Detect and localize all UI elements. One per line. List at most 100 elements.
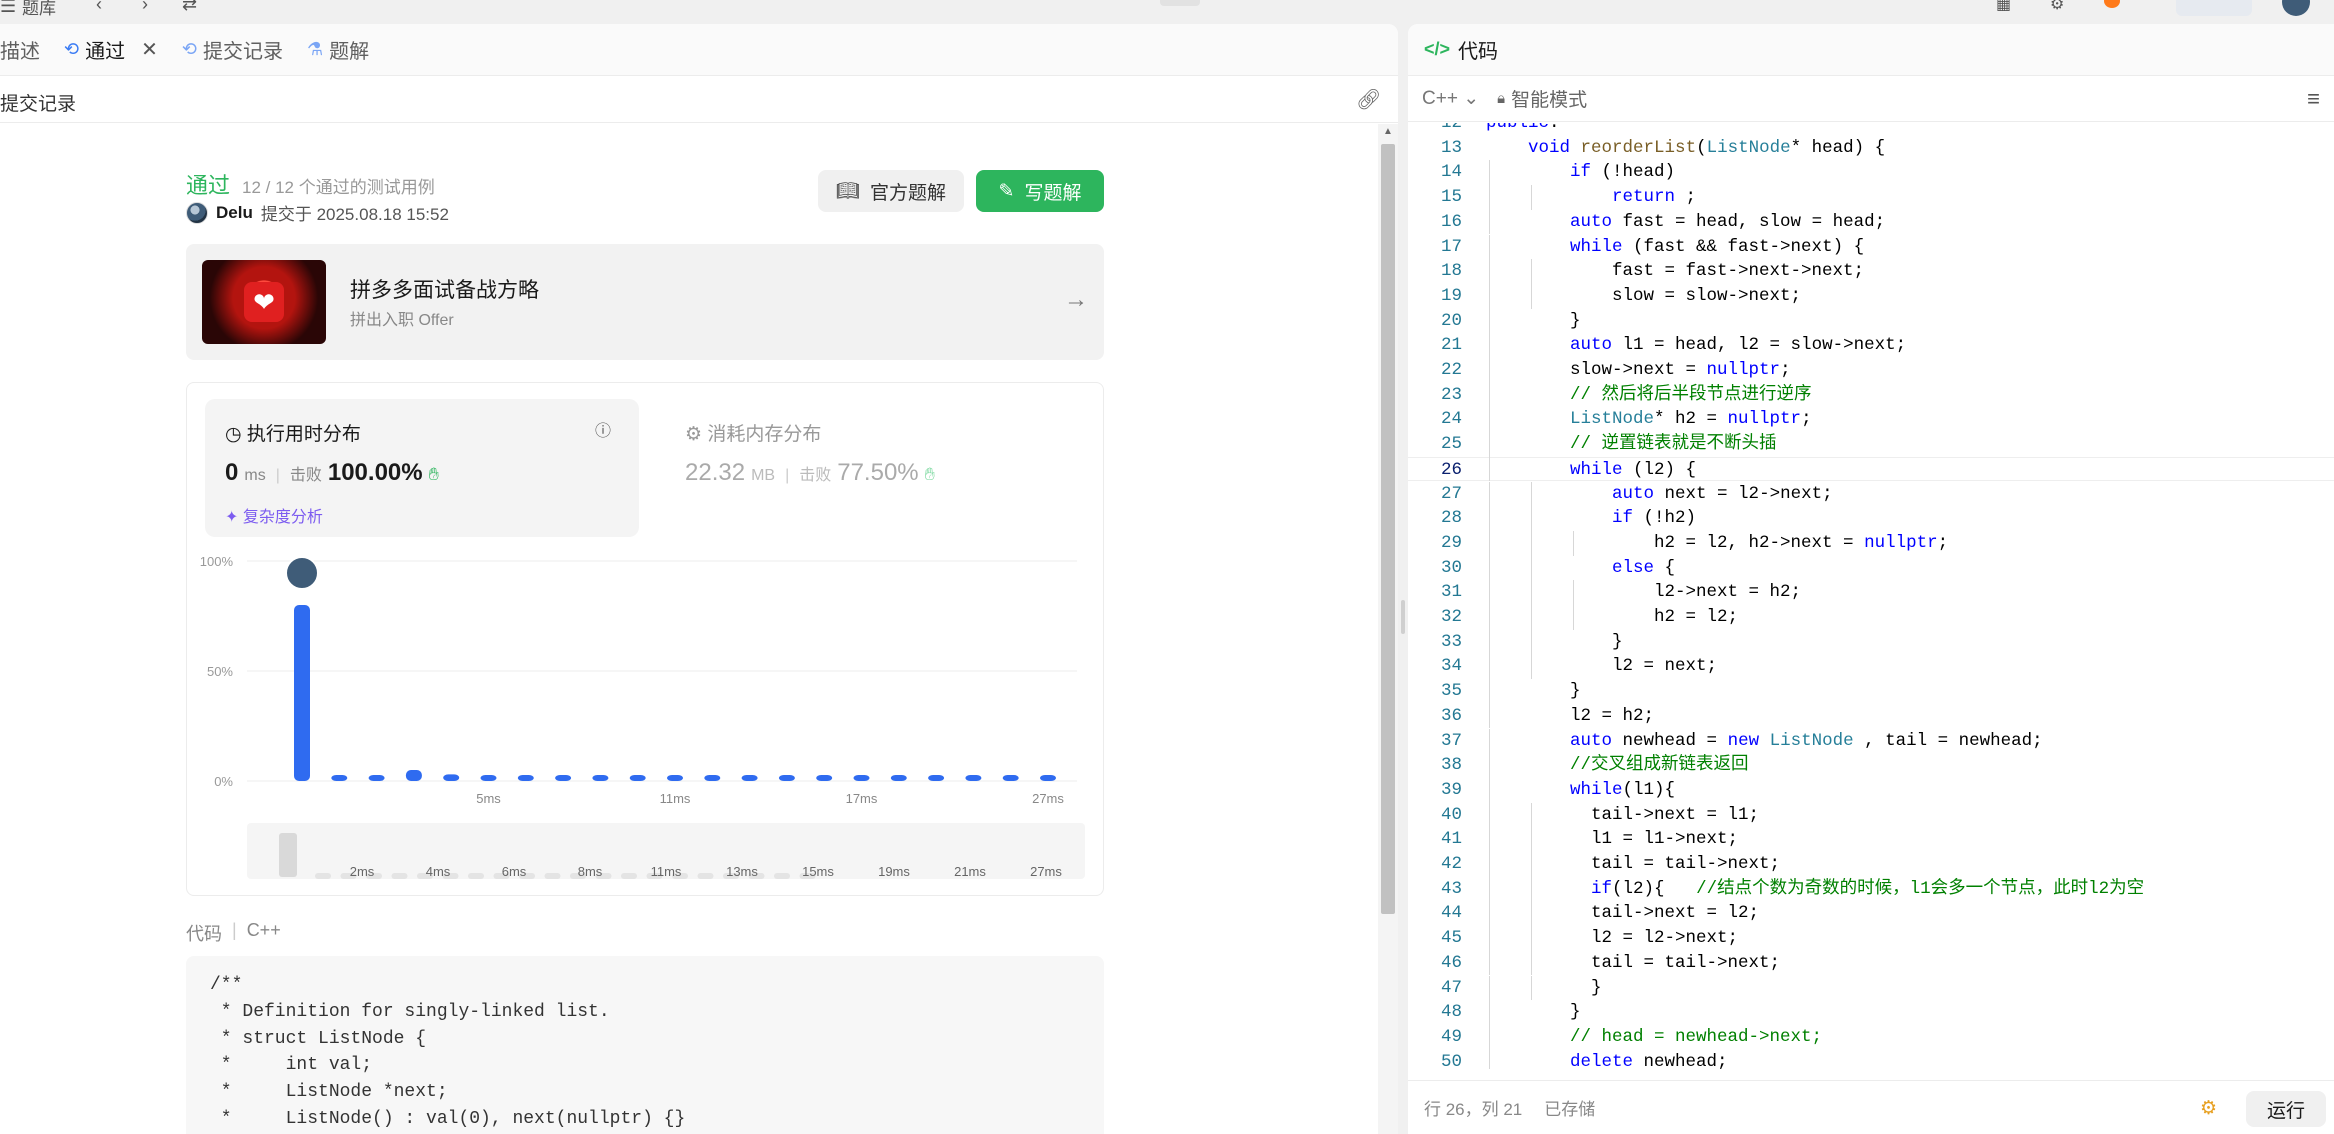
next-problem-icon[interactable]: › [142, 0, 148, 14]
promo-banner[interactable]: ❤ 拼多多面试备战方略 拼出入职 Offer → [186, 244, 1104, 360]
code-line[interactable]: 31 l2->next = h2; [1408, 580, 2334, 605]
tab-submissions[interactable]: ⟲ 提交记录 [182, 35, 283, 64]
y-tick-label: 0% [214, 774, 233, 789]
code-text: fast = fast->next->next; [1486, 261, 1865, 282]
runtime-title: ◷ 执行用时分布 [225, 419, 361, 446]
code-line[interactable]: 39 while(l1){ [1408, 778, 2334, 803]
code-line[interactable]: 26 while (l2) { [1408, 456, 2334, 482]
code-line[interactable]: 19 slow = slow->next; [1408, 284, 2334, 309]
code-line[interactable]: 13 void reorderList(ListNode* head) { [1408, 136, 2334, 161]
panel-resize-handle[interactable] [1401, 600, 1405, 634]
code-line[interactable]: 41 l1 = l1->next; [1408, 827, 2334, 852]
line-number: 14 [1440, 162, 1462, 183]
editor-tab-label[interactable]: 代码 [1458, 35, 1498, 64]
overview-tick-label: 19ms [878, 864, 910, 879]
code-line[interactable]: 44 tail->next = l2; [1408, 901, 2334, 926]
code-line[interactable]: 35 } [1408, 679, 2334, 704]
code-line[interactable]: 45 l2 = l2->next; [1408, 926, 2334, 951]
code-line[interactable]: 33 } [1408, 630, 2334, 655]
complexity-analysis-link[interactable]: ✦ 复杂度分析 [225, 503, 323, 527]
code-line[interactable]: 36 l2 = h2; [1408, 704, 2334, 729]
indent-guide [1489, 234, 1490, 260]
scroll-up-arrow-icon[interactable]: ▲ [1383, 126, 1393, 137]
histogram-bar [928, 775, 945, 781]
settings-icon[interactable]: ⚙ [2050, 0, 2064, 13]
layout-icon[interactable]: ▦ [1996, 0, 2011, 13]
code-line[interactable]: 29 h2 = l2, h2->next = nullptr; [1408, 531, 2334, 556]
x-tick-label: 17ms [846, 791, 878, 806]
code-line[interactable]: 32 h2 = l2; [1408, 605, 2334, 630]
code-line[interactable]: 46 tail = tail->next; [1408, 951, 2334, 976]
app-label[interactable]: 题库 [22, 0, 56, 18]
code-line[interactable]: 48 } [1408, 1000, 2334, 1025]
user-avatar[interactable] [2282, 0, 2310, 16]
smart-mode-toggle[interactable]: 智能模式 [1511, 85, 1587, 112]
breadcrumb[interactable]: 提交记录 [0, 89, 76, 116]
prev-problem-icon[interactable]: ‹ [96, 0, 102, 14]
author-name[interactable]: Delu [216, 203, 253, 223]
tab-solutions[interactable]: ⚗ 题解 [307, 35, 369, 64]
code-line[interactable]: 20 } [1408, 309, 2334, 334]
run-button[interactable]: 运行 [2246, 1091, 2326, 1127]
streak-icon[interactable] [2104, 0, 2120, 8]
line-number: 13 [1440, 137, 1462, 158]
code-line[interactable]: 23 // 然后将后半段节点进行逆序 [1408, 383, 2334, 408]
runtime-number: 0 [225, 459, 239, 486]
menu-icon[interactable]: ☰ [0, 0, 16, 16]
write-solution-button[interactable]: ✎ 写题解 [976, 170, 1104, 212]
code-line[interactable]: 47 } [1408, 976, 2334, 1001]
submitted-code-block[interactable]: /** * Definition for singly-linked list.… [186, 956, 1104, 1134]
scrollbar-thumb[interactable] [1381, 144, 1395, 914]
code-text: while(l1){ [1570, 779, 1676, 800]
code-line[interactable]: 27 auto next = l2->next; [1408, 482, 2334, 507]
divider: | [275, 467, 280, 484]
code-line[interactable]: 42 tail = tail->next; [1408, 852, 2334, 877]
code-line[interactable]: 16 auto fast = head, slow = head; [1408, 210, 2334, 235]
code-line[interactable]: 14 if (!head) [1408, 160, 2334, 185]
code-line[interactable]: 49 // head = newhead->next; [1408, 1025, 2334, 1050]
code-text: tail->next = l2; [1486, 903, 1760, 924]
code-line[interactable]: 50 delete newhead; [1408, 1050, 2334, 1069]
runtime-card[interactable]: ◷ 执行用时分布 ⓘ 0 ms | 击败 100.00% ✋︎ ✦ 复杂度分析 [205, 399, 639, 537]
overview-tick-label: 6ms [502, 864, 527, 879]
notes-toggle[interactable] [2176, 0, 2252, 16]
code-line[interactable]: 34 l2 = next; [1408, 654, 2334, 679]
code-line[interactable]: 28 if (!h2) [1408, 506, 2334, 531]
link-icon[interactable]: 🔗︎ [1356, 87, 1381, 112]
code-line[interactable]: 30 else { [1408, 556, 2334, 581]
official-solution-button[interactable]: 📖︎ 官方题解 [818, 170, 964, 212]
code-line[interactable]: 38 //交叉组成新链表返回 [1408, 753, 2334, 778]
code-text: ListNode* h2 = nullptr; [1570, 409, 1812, 430]
code-line[interactable]: 37 auto newhead = new ListNode , tail = … [1408, 729, 2334, 754]
promo-title: 拼多多面试备战方略 [350, 279, 539, 302]
code-line[interactable]: 18 fast = fast->next->next; [1408, 259, 2334, 284]
code-line[interactable]: 21 auto l1 = head, l2 = slow->next; [1408, 333, 2334, 358]
code-line[interactable]: 24 ListNode* h2 = nullptr; [1408, 407, 2334, 432]
code-line[interactable]: 12 public: [1408, 123, 2334, 136]
hamburger-menu-icon[interactable]: ≡ [2307, 86, 2320, 112]
indent-guide [1489, 654, 1490, 680]
left-scrollbar[interactable]: ▲ [1378, 124, 1398, 1134]
overview-tick-label: 4ms [426, 864, 451, 879]
close-icon[interactable]: ✕ [141, 37, 158, 62]
code-editor[interactable]: 12 public: 13 void reorderList(ListNode* h… [1408, 123, 2334, 1069]
line-number: 48 [1440, 1002, 1462, 1023]
language-select[interactable]: C++ ⌄ [1422, 87, 1479, 110]
memory-card[interactable]: ⚙ 消耗内存分布 22.32 MB | 击败 77.50% ✋︎ [665, 399, 1085, 537]
code-line[interactable]: 17 while (fast && fast->next) { [1408, 235, 2334, 260]
code-line[interactable]: 15 return ; [1408, 185, 2334, 210]
code-line[interactable]: 43 if(l2){ //结点个数为奇数的时候，l1会多一个节点，此时l2为空 [1408, 877, 2334, 902]
code-line[interactable]: 25 // 逆置链表就是不断头插 [1408, 432, 2334, 457]
code-line[interactable]: 22 slow->next = nullptr; [1408, 358, 2334, 383]
tab-description[interactable]: 描述 [0, 35, 40, 64]
debug-button[interactable] [1160, 0, 1200, 6]
info-icon[interactable]: ⓘ [595, 417, 611, 441]
indent-guide [1489, 753, 1490, 778]
debug-icon[interactable]: ⚙ [2200, 1097, 2217, 1120]
lock-icon: 🔒︎ [1497, 90, 1506, 107]
code-line[interactable]: 40 tail->next = l1; [1408, 803, 2334, 828]
shuffle-icon[interactable]: ⇄ [182, 0, 197, 14]
code-text: } [1486, 681, 1581, 702]
avatar[interactable] [186, 201, 208, 224]
tab-accepted[interactable]: ⟲ 通过 ✕ [64, 35, 158, 64]
